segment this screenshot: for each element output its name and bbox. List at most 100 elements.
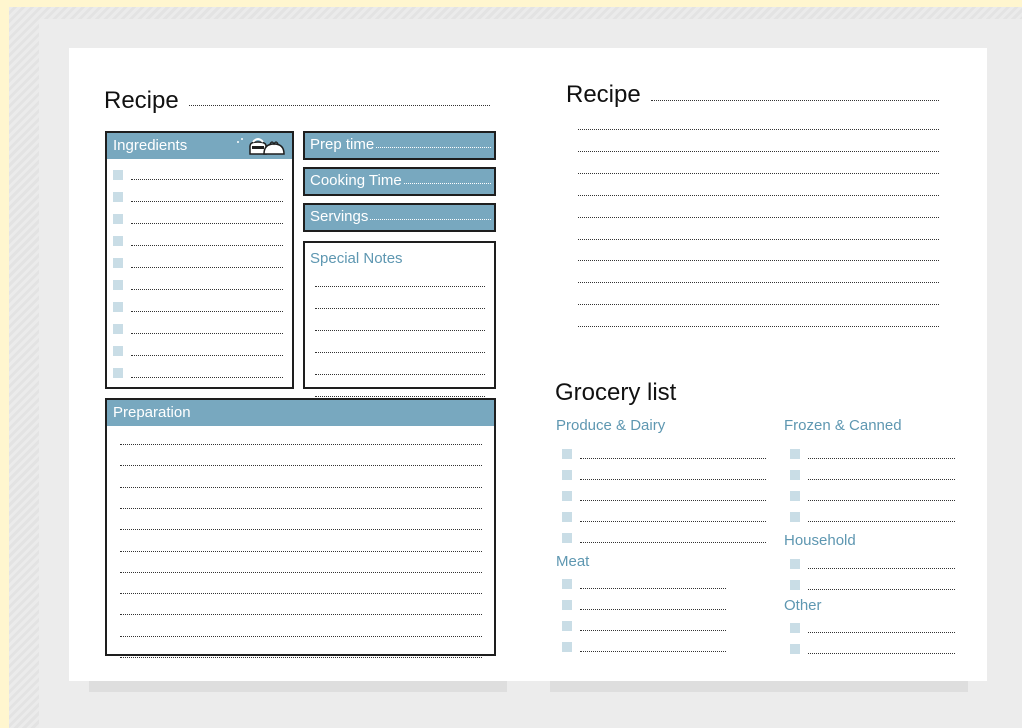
produce-dairy-label: Produce & Dairy [556,417,666,434]
special-notes-line[interactable] [315,330,485,331]
household-row-checkbox[interactable] [790,580,800,590]
meat-row-checkbox[interactable] [562,642,572,652]
other-label: Other [784,597,822,614]
preparation-line[interactable] [120,529,482,531]
produce-dairy-row-checkbox[interactable] [562,512,572,522]
preparation-line[interactable] [120,507,482,509]
ingredient-checkbox[interactable] [113,346,123,356]
meat-row-line[interactable] [580,651,726,652]
other-row-checkbox[interactable] [790,644,800,654]
ingredient-checkbox[interactable] [113,192,123,202]
produce-dairy-row-line[interactable] [580,479,766,480]
produce-dairy-row [562,533,766,549]
preparation-line[interactable] [120,635,482,637]
other-row-line[interactable] [808,632,955,633]
ingredient-checkbox[interactable] [113,302,123,312]
ingredient-row [113,235,283,251]
recipe-line[interactable] [578,194,939,196]
servings-label: Servings [310,208,369,225]
ingredient-line[interactable] [131,355,283,356]
ingredient-checkbox[interactable] [113,280,123,290]
recipe-line[interactable] [578,129,939,130]
ingredient-checkbox[interactable] [113,236,123,246]
ingredient-line[interactable] [131,245,283,246]
cooking-time-label: Cooking Time [310,172,402,189]
ingredient-line[interactable] [131,289,283,290]
produce-dairy-row-checkbox[interactable] [562,491,572,501]
preparation-line[interactable] [120,614,482,616]
preparation-line[interactable] [120,444,482,445]
produce-dairy-row-checkbox[interactable] [562,470,572,480]
produce-dairy-row-line[interactable] [580,542,766,543]
ingredient-row [113,345,283,361]
household-row-line[interactable] [808,589,955,590]
frozen-canned-row-checkbox[interactable] [790,512,800,522]
ingredient-checkbox[interactable] [113,324,123,334]
household-row-checkbox[interactable] [790,559,800,569]
special-notes-line[interactable] [315,286,485,287]
frozen-canned-row-checkbox[interactable] [790,470,800,480]
cooking-time-line[interactable] [403,183,491,184]
frozen-canned-row-line[interactable] [808,458,955,459]
special-notes-line[interactable] [315,396,485,397]
preparation-line[interactable] [120,486,482,488]
left-recipe-title-line[interactable] [189,105,490,106]
ingredient-line[interactable] [131,333,283,334]
ingredient-line[interactable] [131,223,283,224]
frozen-canned-row-line[interactable] [808,500,955,501]
ingredient-line[interactable] [131,179,283,180]
frozen-canned-row-line[interactable] [808,521,955,522]
frozen-canned-row-checkbox[interactable] [790,449,800,459]
frozen-canned-row-line[interactable] [808,479,955,480]
ingredient-checkbox[interactable] [113,368,123,378]
other-row-line[interactable] [808,653,955,654]
preparation-line[interactable] [120,465,482,467]
ingredient-line[interactable] [131,311,283,312]
meat-row [562,642,726,658]
prep-time-field[interactable]: Prep time [303,131,496,160]
ingredient-line[interactable] [131,267,283,268]
meat-row-line[interactable] [580,588,726,589]
produce-dairy-row-line[interactable] [580,521,766,522]
preparation-line[interactable] [120,550,482,552]
special-notes-line[interactable] [315,374,485,375]
special-notes-line[interactable] [315,308,485,309]
household-row-line[interactable] [808,568,955,569]
produce-dairy-row [562,449,766,465]
prep-time-line[interactable] [376,147,491,148]
ingredient-line[interactable] [131,201,283,202]
recipe-line[interactable] [578,216,939,218]
produce-dairy-row-checkbox[interactable] [562,533,572,543]
preparation-line[interactable] [120,571,482,573]
recipe-line[interactable] [578,326,939,328]
preparation-line[interactable] [120,593,482,595]
recipe-line[interactable] [578,260,939,262]
ingredient-checkbox[interactable] [113,170,123,180]
produce-dairy-row-line[interactable] [580,458,766,459]
preparation-line[interactable] [120,657,482,658]
produce-dairy-row-line[interactable] [580,500,766,501]
meat-row-checkbox[interactable] [562,579,572,589]
recipe-line[interactable] [578,282,939,284]
meat-row-checkbox[interactable] [562,621,572,631]
frozen-canned-row-checkbox[interactable] [790,491,800,501]
other-row-checkbox[interactable] [790,623,800,633]
recipe-line[interactable] [578,172,939,174]
servings-line[interactable] [370,219,491,220]
meat-row-line[interactable] [580,630,726,631]
right-recipe-title-line[interactable] [651,100,939,101]
special-notes-line[interactable] [315,352,485,353]
preparation-label: Preparation [113,404,191,421]
ingredient-line[interactable] [131,377,283,378]
ingredient-row [113,191,283,207]
recipe-line[interactable] [578,150,939,152]
recipe-line[interactable] [578,304,939,306]
meat-row-checkbox[interactable] [562,600,572,610]
produce-dairy-row-checkbox[interactable] [562,449,572,459]
cooking-time-field[interactable]: Cooking Time [303,167,496,196]
servings-field[interactable]: Servings [303,203,496,232]
recipe-line[interactable] [578,238,939,240]
ingredient-checkbox[interactable] [113,214,123,224]
ingredient-checkbox[interactable] [113,258,123,268]
meat-row-line[interactable] [580,609,726,610]
